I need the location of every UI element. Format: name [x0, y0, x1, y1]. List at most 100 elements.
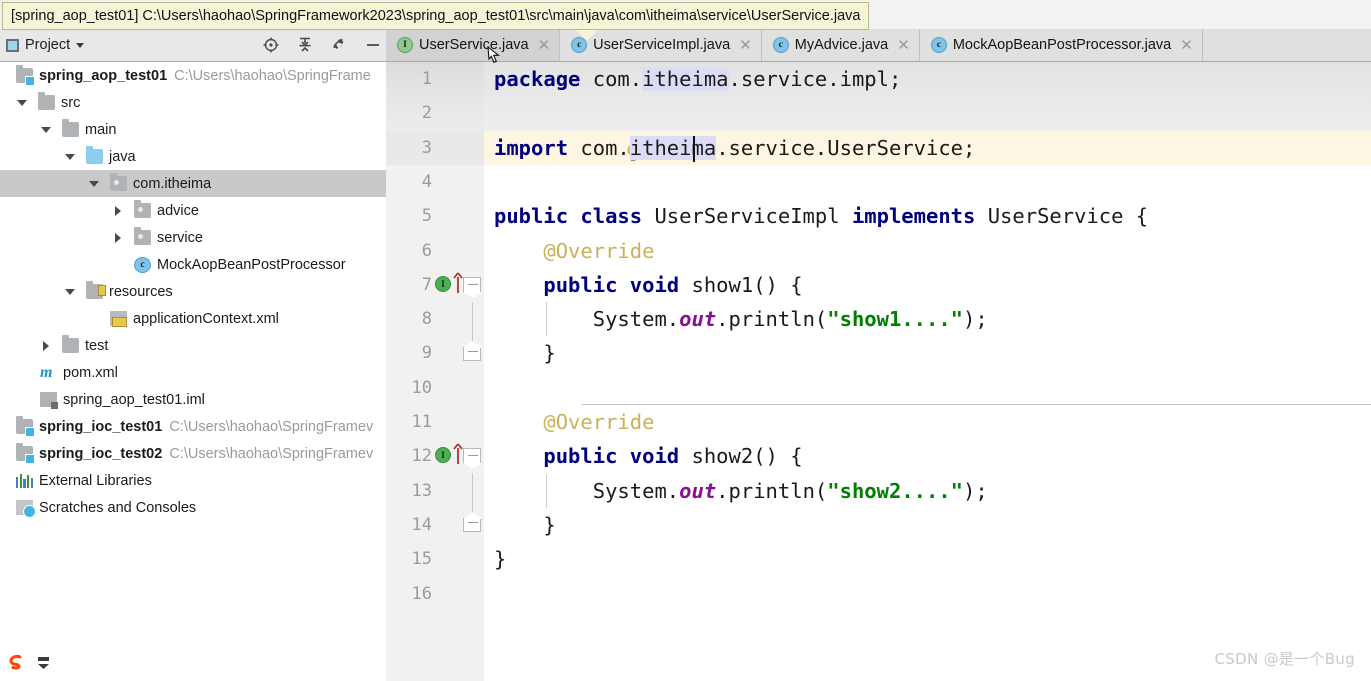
tree-row-main[interactable]: main: [0, 116, 386, 143]
project-panel-title-button[interactable]: Project: [0, 37, 85, 53]
line-number: 13: [411, 480, 432, 501]
code-line-1: package com.itheima.service.impl;: [484, 62, 1371, 96]
annotation-override: @Override: [494, 410, 655, 434]
locate-icon[interactable]: [262, 36, 280, 54]
tree-row-pom-xml[interactable]: m pom.xml: [0, 359, 386, 386]
tree-row-service[interactable]: service: [0, 224, 386, 251]
chevron-down-icon[interactable]: [86, 181, 102, 187]
folder-gray-icon: [62, 335, 79, 353]
scratch-s-icon[interactable]: [6, 653, 26, 673]
keyword-package: package: [494, 67, 581, 91]
keyword-implements: implements: [851, 204, 976, 229]
editor-tab-label: MyAdvice.java: [794, 37, 889, 53]
close-icon[interactable]: ✕: [538, 36, 551, 54]
more-options-icon[interactable]: [38, 657, 49, 669]
code-editor[interactable]: 1 2 3 4 5 6 7 8 9 10 11 12 13 14 15 16 I: [386, 62, 1371, 681]
editor-tab-3[interactable]: c MockAopBeanPostProcessor.java ✕: [919, 29, 1203, 61]
line-number: 9: [421, 343, 432, 364]
chevron-down-icon[interactable]: [62, 154, 78, 160]
tree-row-advice[interactable]: advice: [0, 197, 386, 224]
folder-blue-icon: [86, 146, 103, 164]
tree-label: MockAopBeanPostProcessor: [157, 256, 346, 273]
project-panel-header: Project: [0, 29, 386, 61]
override-arrow-icon: [453, 443, 463, 464]
tree-row-resources[interactable]: resources: [0, 278, 386, 305]
tree-row-spring-aop-test01[interactable]: spring_aop_test01 C:\Users\haohao\Spring…: [0, 62, 386, 89]
intention-bulb-icon[interactable]: [502, 104, 639, 161]
code-fragment: .service.impl;: [728, 67, 902, 91]
collapse-all-icon[interactable]: [296, 36, 314, 54]
tree-label: applicationContext.xml: [133, 310, 279, 327]
hide-icon[interactable]: [364, 36, 382, 54]
editor-tab-0[interactable]: I UserService.java ✕: [386, 29, 561, 61]
chevron-right-icon[interactable]: [38, 341, 54, 351]
editor-tab-2[interactable]: c MyAdvice.java ✕: [761, 29, 920, 61]
implementing-method-icon[interactable]: I: [435, 447, 451, 463]
tree-label: resources: [109, 283, 173, 300]
mouse-cursor: [487, 45, 501, 66]
fold-end-icon[interactable]: [463, 347, 481, 361]
close-icon[interactable]: ✕: [1180, 36, 1193, 54]
tree-row-com-itheima[interactable]: com.itheima: [0, 170, 386, 197]
folder-gray-icon: [62, 119, 79, 137]
tree-row-iml-file[interactable]: spring_aop_test01.iml: [0, 386, 386, 413]
package-icon: [134, 200, 151, 218]
tree-row-src[interactable]: src: [0, 89, 386, 116]
line-number: 2: [421, 103, 432, 124]
tree-label: spring_ioc_test01: [39, 418, 163, 435]
code-line-6: @Override: [484, 234, 1371, 268]
tree-label: main: [85, 121, 117, 138]
tree-row-java[interactable]: java: [0, 143, 386, 170]
close-icon[interactable]: ✕: [897, 36, 910, 54]
class-name: UserServiceImpl: [642, 204, 852, 229]
fold-start-icon[interactable]: [463, 448, 481, 463]
editor-tab-label: UserServiceImpl.java: [593, 37, 731, 53]
project-tree[interactable]: spring_aop_test01 C:\Users\haohao\Spring…: [0, 62, 386, 645]
code-fragment: System.: [494, 478, 680, 503]
chevron-right-icon[interactable]: [110, 206, 126, 216]
line-number: 1: [421, 69, 432, 89]
tree-row-applicationcontext-xml[interactable]: applicationContext.xml: [0, 305, 386, 332]
code-fragment: .println(: [716, 307, 828, 332]
class-icon: c: [772, 37, 789, 53]
line-number: 11: [411, 412, 432, 432]
chevron-down-icon[interactable]: [14, 100, 30, 106]
chevron-down-icon[interactable]: [38, 127, 54, 133]
fold-line: [471, 302, 473, 347]
chevron-down-icon: [76, 42, 85, 48]
chevron-right-icon[interactable]: [110, 233, 126, 243]
code-line-14: }: [484, 508, 1371, 542]
tree-label: pom.xml: [63, 364, 118, 381]
tree-path: C:\Users\haohao\SpringFrame: [174, 67, 371, 84]
fold-end-icon[interactable]: [463, 518, 481, 532]
fold-start-icon[interactable]: [463, 277, 481, 292]
line-number: 16: [411, 583, 432, 604]
tree-label: advice: [157, 202, 199, 219]
field-out: out: [679, 478, 717, 503]
tree-row-spring-ioc-test02[interactable]: spring_ioc_test02 C:\Users\haohao\Spring…: [0, 440, 386, 467]
code-text-area[interactable]: package com.itheima.service.impl; import…: [484, 62, 1371, 681]
tree-row-test[interactable]: test: [0, 332, 386, 359]
line-number: 4: [421, 171, 432, 192]
editor-tab-label: UserService.java: [419, 37, 529, 53]
code-line-12: public void show2() {: [484, 439, 1371, 473]
interface-icon: I: [397, 37, 413, 53]
tree-row-mockaopbeanpostprocessor[interactable]: c MockAopBeanPostProcessor: [0, 251, 386, 278]
idea-window: [spring_aop_test01] C:\Users\haohao\Spri…: [0, 0, 1371, 681]
chevron-down-icon[interactable]: [62, 289, 78, 295]
editor-gutter[interactable]: 1 2 3 4 5 6 7 8 9 10 11 12 13 14 15 16 I: [386, 62, 484, 681]
implementing-method-icon[interactable]: I: [435, 276, 451, 292]
line-number: 7: [421, 274, 432, 295]
iml-file-icon: [40, 392, 58, 409]
csdn-watermark: CSDN @是一个Bug: [1214, 650, 1355, 668]
tree-row-scratches-and-consoles[interactable]: Scratches and Consoles: [0, 494, 386, 521]
tree-row-external-libraries[interactable]: External Libraries: [0, 467, 386, 494]
gear-icon[interactable]: [330, 36, 348, 54]
close-icon[interactable]: ✕: [739, 36, 752, 54]
tree-row-spring-ioc-test01[interactable]: spring_ioc_test01 C:\Users\haohao\Spring…: [0, 413, 386, 440]
status-bar: [0, 645, 386, 681]
tree-label: service: [157, 229, 203, 246]
class-icon: c: [930, 37, 947, 53]
